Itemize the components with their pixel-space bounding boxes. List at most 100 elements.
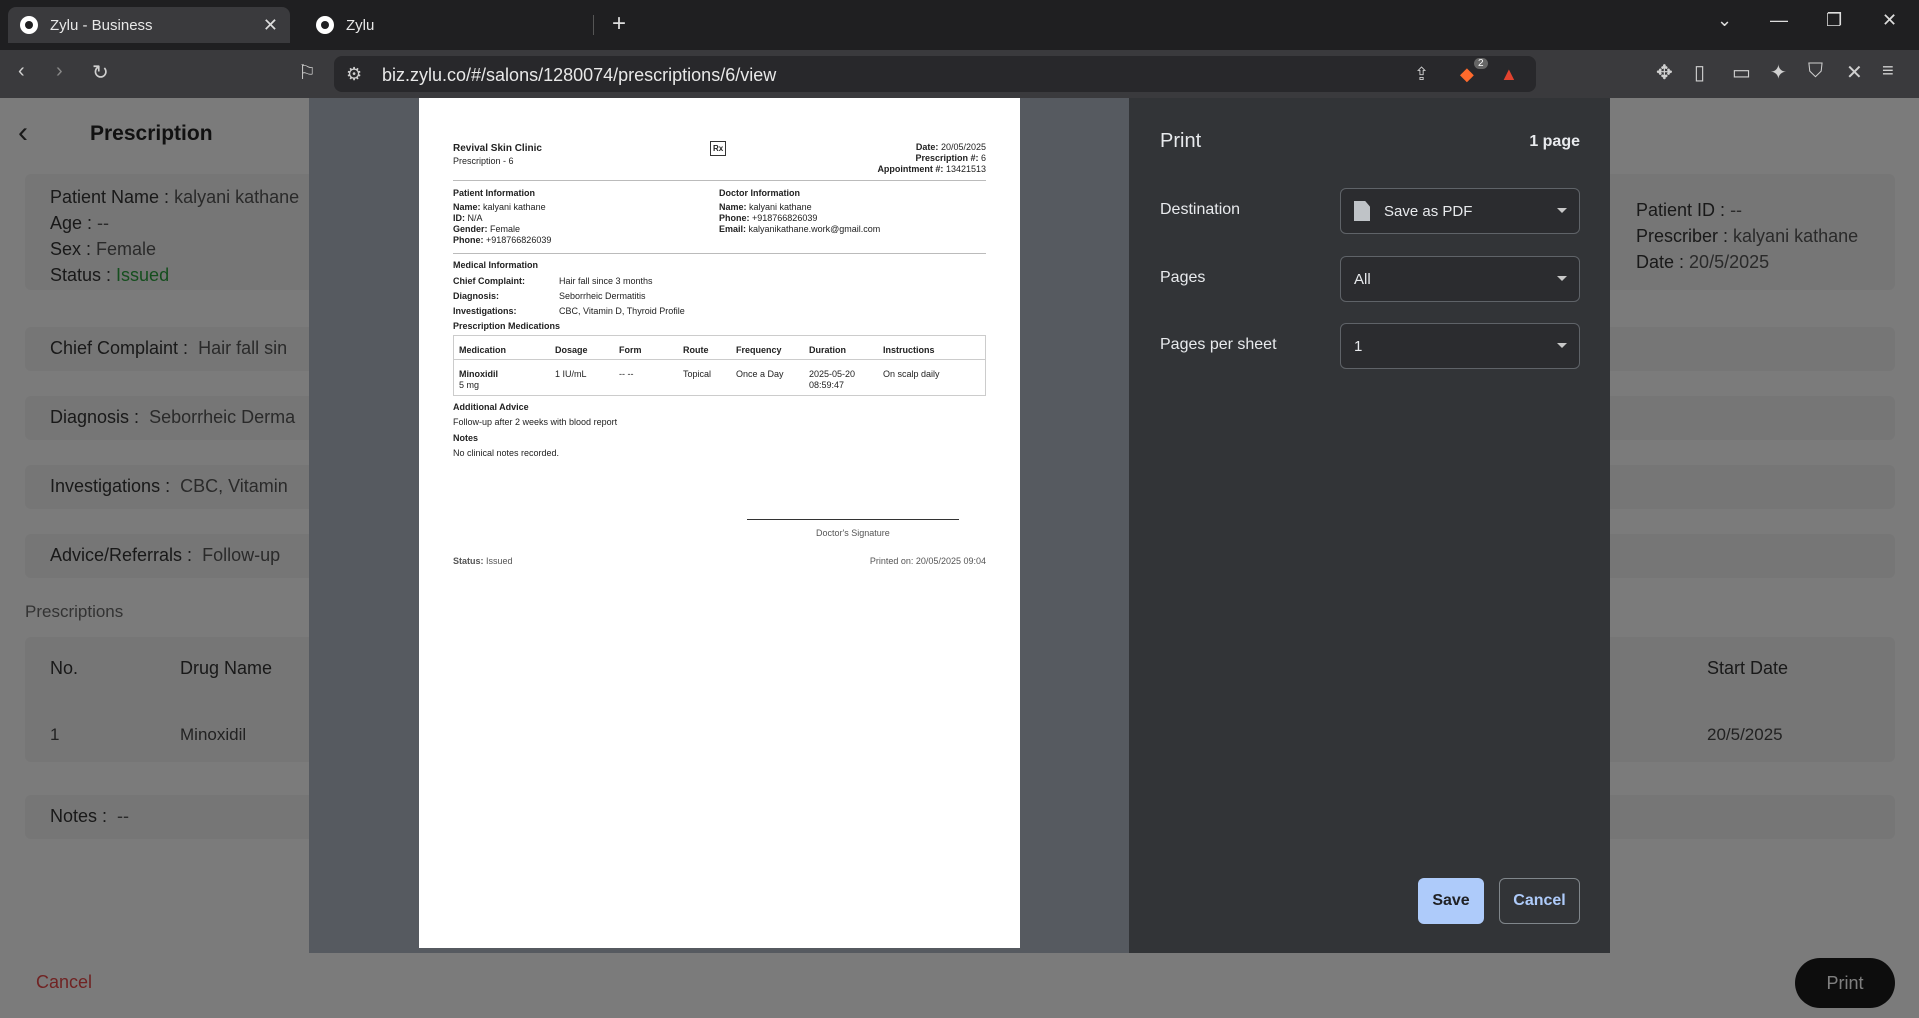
minimize-icon[interactable]: —: [1770, 10, 1788, 31]
leo-ai-icon[interactable]: ✦: [1770, 60, 1787, 85]
document-icon: [1354, 201, 1370, 221]
label: Phone:: [719, 213, 750, 223]
rx-symbol-icon: Rx: [710, 141, 727, 156]
notes-title: Notes: [453, 433, 479, 443]
dropdown-arrow-icon: [1557, 208, 1567, 213]
sheet-date: Date: 20/05/2025: [916, 142, 986, 152]
brave-shields-icon[interactable]: ◆: [1460, 64, 1474, 85]
destination-select[interactable]: Save as PDF: [1340, 188, 1580, 234]
destination-label: Destination: [1160, 201, 1241, 218]
shields-count-badge: 2: [1474, 58, 1488, 69]
sheet-date-value: 20/05/2025: [940, 142, 986, 152]
med-col-medication: Medication: [459, 345, 507, 355]
dx-label: Diagnosis:: [453, 291, 500, 301]
save-button[interactable]: Save: [1418, 878, 1484, 924]
dropdown-arrow-icon: [1557, 343, 1567, 348]
value: kalyani kathane: [749, 202, 812, 212]
sheet-doctor-phone: Phone: +918766826039: [719, 213, 817, 223]
pages-per-sheet-label: Pages per sheet: [1160, 336, 1277, 353]
clinic-name: Revival Skin Clinic: [453, 143, 542, 154]
med-col-route: Route: [683, 345, 709, 355]
sidebar-icon[interactable]: ▯: [1694, 60, 1705, 85]
signature-label: Doctor's Signature: [816, 528, 890, 538]
sheet-patient-id: ID: N/A: [453, 213, 483, 223]
tab-strip: Zylu - Business ✕ Zylu + ⌄ — ❐ ✕: [0, 0, 1919, 50]
pages-value: All: [1354, 270, 1371, 288]
inv-value: CBC, Vitamin D, Thyroid Profile: [559, 306, 685, 316]
signature-line: [747, 519, 959, 520]
print-settings-panel: Print 1 page Destination Save as PDF Pag…: [1129, 98, 1610, 953]
wallet-icon[interactable]: ▭: [1732, 60, 1751, 85]
value: N/A: [467, 213, 483, 223]
status-value: Issued: [486, 556, 513, 566]
label: Phone:: [453, 235, 484, 245]
vpn-icon[interactable]: ⛉: [1808, 60, 1823, 83]
print-title: Print: [1160, 130, 1202, 152]
value: Female: [490, 224, 521, 234]
value: kalyanikathane.work@gmail.com: [748, 224, 881, 234]
med-instructions: On scalp daily: [883, 369, 940, 379]
value: kalyani kathane: [483, 202, 546, 212]
sheet-status: Status: Issued: [453, 556, 513, 566]
printed-on: Printed on: 20/05/2025 09:04: [869, 556, 986, 566]
reload-icon[interactable]: ↻: [92, 60, 109, 85]
prescription-no-label: Prescription #:: [915, 153, 979, 163]
cancel-button[interactable]: Cancel: [1499, 878, 1580, 924]
tab-title: Zylu - Business: [50, 16, 153, 34]
address-bar[interactable]: ⚙ biz.zylu.co/#/salons/1280074/prescript…: [334, 56, 1536, 92]
med-route: Topical: [683, 369, 712, 379]
zylu-favicon-icon: [20, 16, 38, 34]
back-icon[interactable]: ‹: [18, 60, 25, 83]
share-icon[interactable]: ⇪: [1414, 64, 1429, 85]
tools-icon[interactable]: ✕: [1846, 60, 1863, 85]
url-text[interactable]: biz.zylu.co/#/salons/1280074/prescriptio…: [382, 65, 776, 86]
sheet-doctor-name: Name: kalyani kathane: [719, 202, 812, 212]
doctor-info-title: Doctor Information: [719, 188, 800, 198]
meds-title: Prescription Medications: [453, 321, 561, 331]
forward-icon[interactable]: ›: [56, 60, 63, 83]
value: +918766826039: [486, 235, 552, 245]
status-label: Status:: [453, 556, 484, 566]
print-preview-area: Revival Skin Clinic Prescription - 6 Rx …: [309, 98, 1129, 953]
bookmark-icon[interactable]: ⚐: [298, 60, 316, 85]
med-col-dosage: Dosage: [555, 345, 588, 355]
sheet-prescription-no: Prescription #: 6: [915, 153, 986, 163]
sheet-date-label: Date:: [915, 142, 939, 152]
tab-zylu-business[interactable]: Zylu - Business ✕: [8, 7, 290, 43]
label: Name:: [453, 202, 481, 212]
med-form: -- --: [619, 369, 634, 379]
extensions-icon[interactable]: ✥: [1656, 60, 1673, 85]
tab-title: Zylu: [346, 16, 375, 34]
med-col-form: Form: [619, 345, 642, 355]
browser-toolbar: ‹ › ↻ ⚐ ⚙ biz.zylu.co/#/salons/1280074/p…: [0, 50, 1919, 98]
value: +918766826039: [752, 213, 818, 223]
patient-info-title: Patient Information: [453, 188, 536, 198]
restore-icon[interactable]: ❐: [1826, 10, 1842, 31]
dx-value: Seborrheic Dermatitis: [559, 291, 646, 301]
pages-per-sheet-value: 1: [1354, 337, 1363, 355]
brave-rewards-icon[interactable]: ▲: [1500, 64, 1518, 85]
med-col-duration: Duration: [809, 345, 846, 355]
page-count: 1 page: [1529, 133, 1580, 150]
prescription-no-value: 6: [980, 153, 986, 163]
notes-text: No clinical notes recorded.: [453, 448, 560, 458]
pages-per-sheet-select[interactable]: 1: [1340, 323, 1580, 369]
tab-zylu[interactable]: Zylu: [304, 7, 594, 43]
new-tab-icon[interactable]: +: [612, 10, 626, 38]
med-name: Minoxidil: [459, 369, 498, 379]
tab-list-chevron-icon[interactable]: ⌄: [1717, 10, 1732, 31]
med-duration-time: 08:59:47: [809, 380, 845, 390]
divider: [453, 180, 986, 181]
close-tab-icon[interactable]: ✕: [263, 15, 278, 36]
sheet-patient-name: Name: kalyani kathane: [453, 202, 546, 212]
label: Email:: [719, 224, 747, 234]
site-settings-icon[interactable]: ⚙: [346, 64, 362, 85]
menu-icon[interactable]: ≡: [1882, 60, 1894, 83]
label: Name:: [719, 202, 747, 212]
close-window-icon[interactable]: ✕: [1882, 10, 1897, 31]
sheet-appointment: Appointment #: 13421513: [877, 164, 986, 174]
advice-text: Follow-up after 2 weeks with blood repor…: [453, 417, 618, 427]
sheet-patient-phone: Phone: +918766826039: [453, 235, 551, 245]
prescription-subtitle: Prescription - 6: [453, 156, 514, 166]
pages-select[interactable]: All: [1340, 256, 1580, 302]
